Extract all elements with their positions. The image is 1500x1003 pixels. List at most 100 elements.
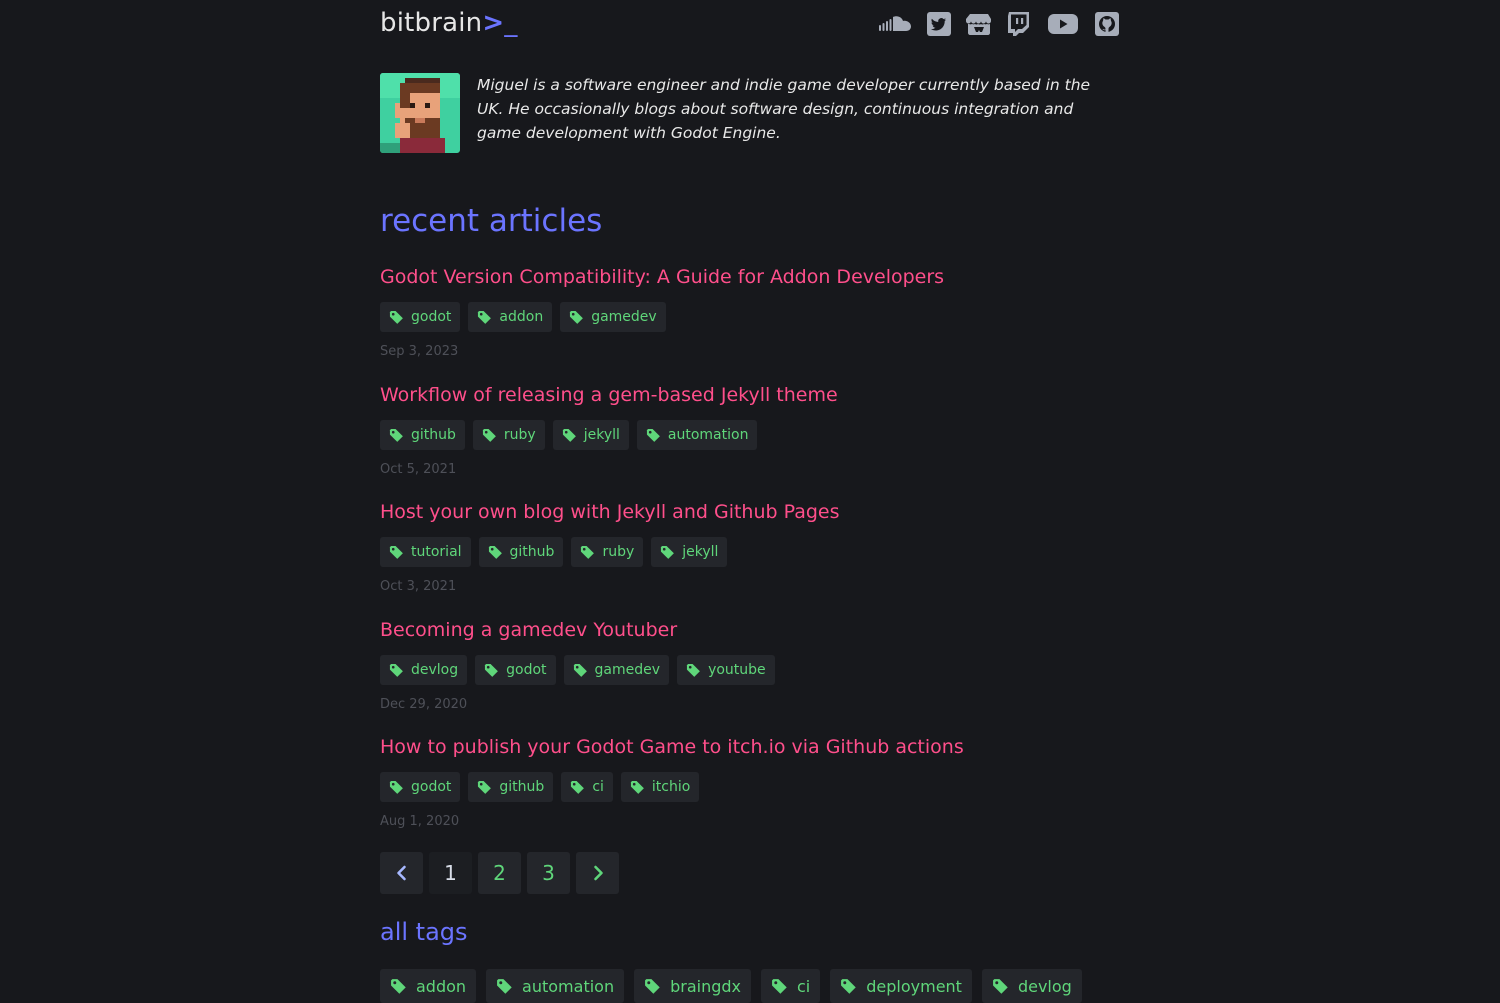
twitter-icon[interactable]: [926, 11, 952, 37]
page-button-3[interactable]: 3: [527, 852, 570, 894]
article-title-link[interactable]: Workflow of releasing a gem-based Jekyll…: [380, 382, 838, 408]
article-date: Sep 3, 2023: [380, 344, 459, 359]
tag-chip[interactable]: ruby: [472, 420, 545, 450]
avatar-image: [380, 73, 460, 153]
tag-icon: [389, 780, 403, 794]
tag-chip[interactable]: godot: [475, 655, 556, 685]
article-date: Oct 3, 2021: [380, 579, 457, 594]
article-item: Host your own blog with Jekyll and Githu…: [380, 499, 1120, 594]
tag-label: ruby: [602, 544, 635, 560]
tag-icon: [497, 978, 512, 994]
all-tags-list: addon automation braingdx ci deployment devlo…: [380, 969, 1082, 1003]
tag-chip[interactable]: devlog: [981, 969, 1082, 1003]
tag-label: github: [411, 427, 456, 443]
tag-chip[interactable]: gamedev: [560, 302, 666, 332]
tag-icon: [630, 780, 644, 794]
tag-label: addon: [416, 976, 467, 996]
youtube-icon[interactable]: [1046, 11, 1080, 37]
site-header: bitbrain>_: [380, 0, 1120, 56]
article-title-link[interactable]: Godot Version Compatibility: A Guide for…: [380, 264, 944, 290]
tag-icon: [478, 780, 492, 794]
article-item: Workflow of releasing a gem-based Jekyll…: [380, 382, 1120, 477]
article-tags: godot addon gamedev: [380, 302, 1120, 332]
twitch-icon[interactable]: [1006, 11, 1032, 37]
article-title-link[interactable]: How to publish your Godot Game to itch.i…: [380, 734, 964, 760]
tag-chip[interactable]: braingdx: [634, 969, 751, 1003]
article-title-link[interactable]: Host your own blog with Jekyll and Githu…: [380, 499, 840, 525]
tag-icon: [645, 978, 660, 994]
tag-label: github: [509, 544, 555, 560]
tag-icon: [389, 545, 403, 559]
tag-icon: [573, 663, 587, 677]
tag-chip[interactable]: github: [468, 772, 554, 802]
tag-icon: [646, 428, 660, 442]
tag-icon: [570, 310, 584, 324]
tag-chip[interactable]: godot: [380, 302, 461, 332]
logo-cursor: _: [504, 8, 518, 38]
tag-chip[interactable]: addon: [468, 302, 553, 332]
tag-icon: [772, 978, 787, 994]
tag-icon: [841, 978, 856, 994]
tag-label: godot: [506, 662, 547, 678]
tag-icon: [485, 663, 499, 677]
itchio-icon[interactable]: [966, 11, 992, 37]
tag-chip[interactable]: tutorial: [380, 537, 471, 567]
soundcloud-icon[interactable]: [878, 11, 912, 37]
article-item: How to publish your Godot Game to itch.i…: [380, 734, 1120, 829]
tag-chip[interactable]: jekyll: [552, 420, 629, 450]
prev-page-button[interactable]: [380, 852, 423, 894]
tag-label: addon: [499, 309, 544, 325]
tag-chip[interactable]: automation: [636, 420, 758, 450]
tag-label: tutorial: [411, 544, 462, 560]
tag-label: gamedev: [591, 309, 657, 325]
tag-chip[interactable]: addon: [380, 969, 477, 1003]
tag-icon: [581, 545, 595, 559]
tag-icon: [993, 978, 1008, 994]
tag-label: gamedev: [594, 662, 661, 678]
next-page-button[interactable]: [576, 852, 619, 894]
page-button-2[interactable]: 2: [478, 852, 521, 894]
page-button-1[interactable]: 1: [429, 852, 472, 894]
tag-chip[interactable]: github: [478, 537, 564, 567]
tag-label: ci: [592, 779, 604, 795]
tag-icon: [562, 428, 576, 442]
social-links: [878, 11, 1120, 37]
tag-chip[interactable]: deployment: [830, 969, 972, 1003]
tag-chip[interactable]: jekyll: [651, 537, 728, 567]
recent-articles-heading: recent articles: [380, 203, 603, 239]
tag-label: automation: [667, 427, 749, 443]
tag-icon: [482, 428, 496, 442]
author-bio: Miguel is a software engineer and indie …: [380, 73, 1120, 153]
bio-text: Miguel is a software engineer and indie …: [477, 76, 1091, 142]
article-tags: devlog godot gamedev youtube: [380, 655, 1120, 685]
tag-chip[interactable]: github: [380, 420, 465, 450]
tag-chip[interactable]: automation: [486, 969, 625, 1003]
site-logo[interactable]: bitbrain>_: [380, 8, 518, 38]
tag-label: github: [499, 779, 545, 795]
tag-icon: [389, 428, 403, 442]
tag-label: ruby: [503, 427, 536, 443]
avatar: [380, 73, 460, 153]
article-tags: github ruby jekyll automation: [380, 420, 1120, 450]
tag-label: ci: [797, 976, 811, 996]
logo-chevron: >: [482, 8, 505, 38]
tag-label: godot: [411, 779, 452, 795]
github-icon[interactable]: [1094, 11, 1120, 37]
tag-chip[interactable]: ruby: [571, 537, 644, 567]
tag-chip[interactable]: ci: [561, 772, 613, 802]
article-tags: godot github ci itchio: [380, 772, 1120, 802]
article-title-link[interactable]: Becoming a gamedev Youtuber: [380, 617, 677, 643]
article-item: Godot Version Compatibility: A Guide for…: [380, 264, 1120, 359]
chevron-right-icon: [593, 865, 603, 881]
tag-chip[interactable]: gamedev: [563, 655, 670, 685]
tag-chip[interactable]: youtube: [677, 655, 775, 685]
tag-label: devlog: [1017, 976, 1072, 996]
tag-chip[interactable]: godot: [380, 772, 461, 802]
article-date: Dec 29, 2020: [380, 697, 468, 712]
logo-text: bitbrain: [380, 8, 483, 38]
tag-chip[interactable]: ci: [761, 969, 821, 1003]
tag-label: youtube: [708, 662, 766, 678]
tag-chip[interactable]: itchio: [620, 772, 700, 802]
tag-chip[interactable]: devlog: [380, 655, 468, 685]
article-item: Becoming a gamedev Youtuber devlog godot ga…: [380, 617, 1120, 712]
